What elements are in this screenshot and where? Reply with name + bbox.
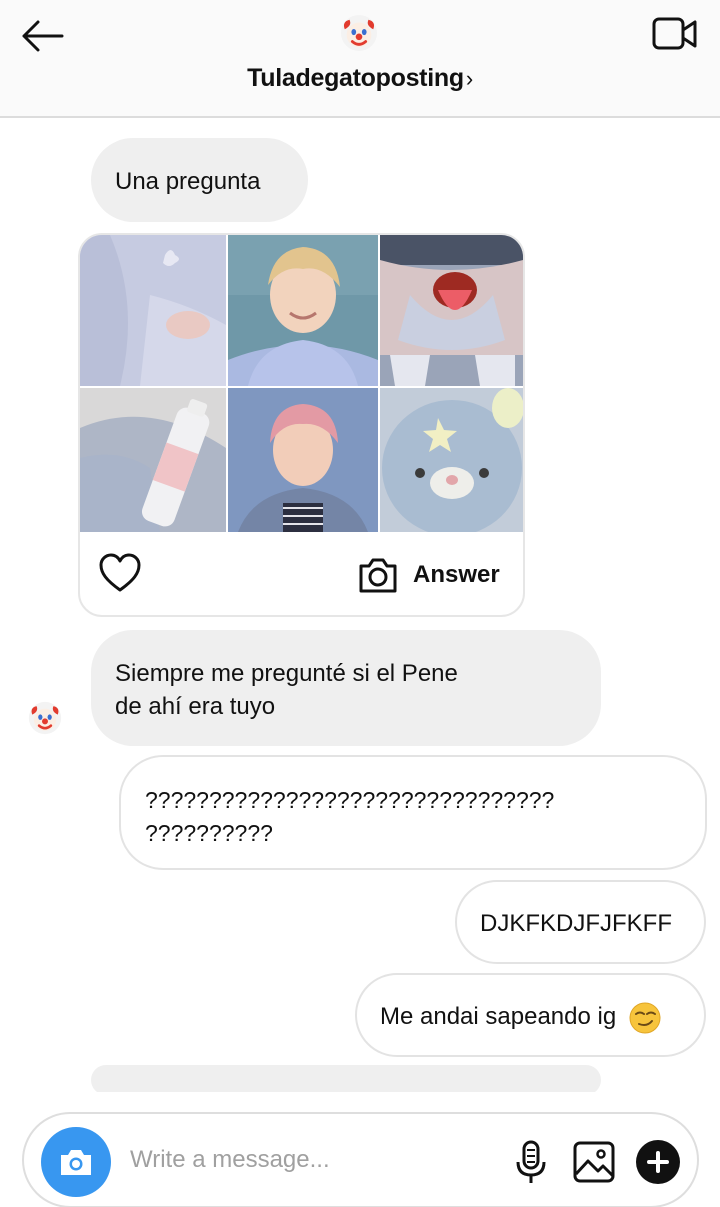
post-image-grid[interactable] — [80, 235, 523, 532]
video-camera-icon — [652, 17, 697, 50]
conversation-name: Tuladegatoposting — [247, 64, 464, 92]
message-text: Una pregunta — [115, 168, 261, 195]
message-text-line: ?????????? — [145, 820, 273, 846]
incoming-message[interactable]: Siempre me pregunté si el Pene de ahí er… — [91, 630, 601, 746]
outgoing-message[interactable]: Me andai sapeando ig — [355, 973, 706, 1057]
outgoing-message[interactable]: ???????????????????????????????? ???????… — [119, 755, 707, 870]
post-image-tile — [80, 235, 226, 386]
message-text-line: ???????????????????????????????? — [145, 787, 555, 813]
gallery-icon — [573, 1141, 615, 1183]
chat-header: Tuladegatoposting› — [0, 0, 720, 118]
conversation-title[interactable]: Tuladegatoposting› — [0, 64, 720, 93]
message-composer — [22, 1112, 699, 1207]
clown-face-avatar[interactable] — [340, 14, 378, 52]
post-image-tile — [80, 388, 226, 532]
post-image-tile — [380, 388, 523, 532]
message-input[interactable] — [130, 1140, 490, 1180]
incoming-message[interactable]: Una pregunta — [91, 138, 308, 222]
post-image-tile — [380, 235, 523, 386]
camera-button[interactable] — [41, 1127, 111, 1197]
message-text-line: de ahí era tuyo — [115, 693, 276, 720]
camera-icon — [61, 1150, 91, 1175]
microphone-icon — [516, 1140, 546, 1183]
message-text: Me andai sapeando ig — [380, 1003, 617, 1030]
like-button[interactable] — [98, 553, 142, 593]
smirking-face-icon — [629, 1002, 661, 1034]
answer-button[interactable]: Answer — [357, 553, 500, 597]
camera-icon — [359, 558, 397, 593]
voice-message-button[interactable] — [513, 1140, 549, 1186]
video-call-button[interactable] — [652, 16, 702, 56]
post-image-tile — [228, 235, 378, 386]
chevron-right-icon: › — [465, 66, 473, 91]
outgoing-message[interactable]: DJKFKDJFJFKFF — [455, 880, 706, 964]
more-options-button[interactable] — [636, 1140, 680, 1184]
sender-avatar[interactable] — [28, 701, 62, 735]
post-image-tile — [228, 388, 378, 532]
post-actions: Answer — [80, 533, 523, 615]
back-arrow-icon — [22, 20, 64, 52]
plus-icon — [647, 1151, 669, 1173]
back-button[interactable] — [18, 16, 66, 56]
shared-post-card[interactable]: Answer — [78, 233, 525, 617]
answer-label: Answer — [413, 561, 500, 588]
gallery-button[interactable] — [572, 1140, 616, 1184]
incoming-message-partial[interactable] — [91, 1065, 601, 1095]
message-text-line: Siempre me pregunté si el Pene — [115, 660, 458, 687]
heart-icon — [99, 553, 141, 592]
message-text: DJKFKDJFJFKFF — [480, 910, 672, 937]
